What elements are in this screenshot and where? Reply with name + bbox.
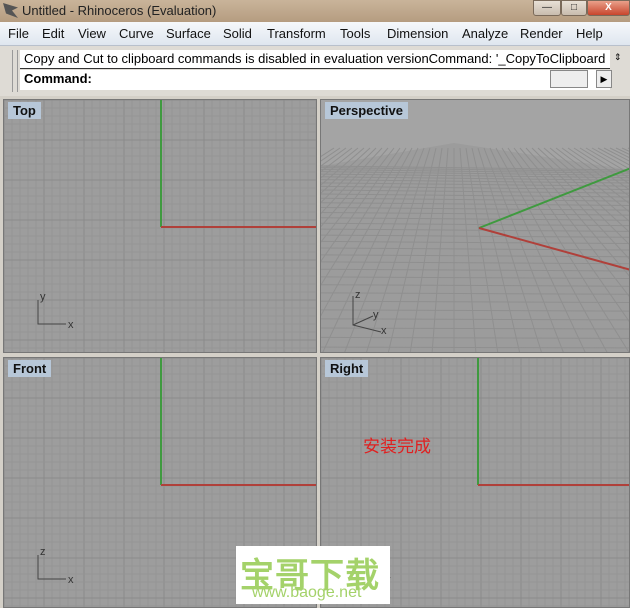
- title-bar: Untitled - Rhinoceros (Evaluation) — □ X: [0, 0, 630, 22]
- maximize-button[interactable]: □: [561, 0, 587, 16]
- menu-help[interactable]: Help: [576, 26, 603, 41]
- menu-solid[interactable]: Solid: [223, 26, 252, 41]
- close-button[interactable]: X: [587, 0, 630, 16]
- rhino-logo-icon: [3, 3, 18, 18]
- menu-view[interactable]: View: [78, 26, 106, 41]
- axis-label: x: [68, 574, 74, 586]
- minimize-button[interactable]: —: [533, 0, 561, 16]
- viewport-label-perspective[interactable]: Perspective: [325, 102, 408, 119]
- menu-curve[interactable]: Curve: [119, 26, 154, 41]
- axis-label: z: [40, 546, 46, 558]
- install-complete-annotation: 安装完成: [363, 437, 431, 457]
- menu-tools[interactable]: Tools: [340, 26, 370, 41]
- toolbar-grip[interactable]: [12, 50, 18, 92]
- axis-label: x: [381, 325, 387, 337]
- grid: zyx: [321, 143, 629, 352]
- menu-surface[interactable]: Surface: [166, 26, 211, 41]
- watermark: 宝哥下载 www.baoge.net: [236, 546, 390, 604]
- viewport-top[interactable]: yx Top: [3, 99, 317, 353]
- scroll-arrows-icon[interactable]: ⇕: [614, 52, 622, 63]
- viewport-label-front[interactable]: Front: [8, 360, 52, 377]
- menu-transform[interactable]: Transform: [267, 26, 326, 41]
- menu-dimension[interactable]: Dimension: [387, 26, 448, 41]
- window-title: Untitled - Rhinoceros (Evaluation): [22, 3, 217, 18]
- axis-label: y: [40, 291, 46, 303]
- axis-label: x: [68, 319, 74, 331]
- menu-file[interactable]: File: [8, 26, 29, 41]
- menu-bar: File Edit View Curve Surface Solid Trans…: [0, 22, 630, 46]
- grid: yx: [4, 100, 316, 352]
- command-history: Copy and Cut to clipboard commands is di…: [20, 50, 610, 69]
- viewport-label-top[interactable]: Top: [8, 102, 41, 119]
- axis-label: z: [355, 289, 361, 301]
- play-arrow-icon[interactable]: ▶: [596, 70, 612, 88]
- viewport-perspective[interactable]: zyx Perspective: [320, 99, 630, 353]
- viewport-label-right[interactable]: Right: [325, 360, 369, 377]
- command-input[interactable]: Command:: [20, 70, 610, 90]
- command-area: Copy and Cut to clipboard commands is di…: [0, 46, 630, 96]
- menu-analyze[interactable]: Analyze: [462, 26, 508, 41]
- menu-render[interactable]: Render: [520, 26, 563, 41]
- menu-edit[interactable]: Edit: [42, 26, 64, 41]
- command-scroll-buttons[interactable]: [550, 70, 588, 88]
- watermark-url: www.baoge.net: [252, 584, 362, 601]
- axis-label: y: [373, 309, 379, 321]
